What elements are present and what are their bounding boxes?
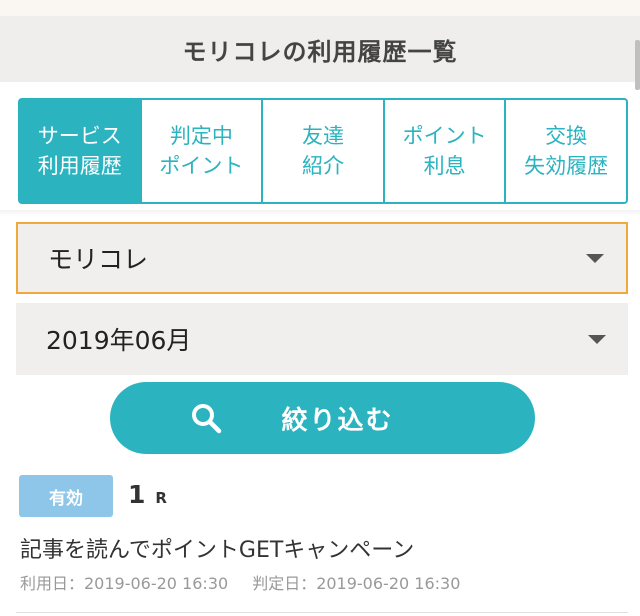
divider	[0, 210, 640, 216]
tab-label-line1: ポイント	[402, 124, 487, 148]
tab-label-line2: 紹介	[301, 154, 344, 178]
points-value: 1 R	[128, 480, 167, 509]
tab-label-line2: ポイント	[159, 154, 244, 178]
judge-date: 判定日：2019-06-20 16:30	[252, 574, 461, 593]
tab-point-interest[interactable]: ポイント 利息	[382, 98, 507, 204]
status-strip	[0, 0, 640, 16]
tab-label-line1: 判定中	[169, 124, 233, 148]
filter-button[interactable]: 絞り込む	[110, 382, 535, 454]
tab-label-line1: 友達	[301, 124, 344, 148]
header: モリコレの利用履歴一覧	[0, 16, 640, 82]
list-item: 有効 1 R 記事を読んでポイントGETキャンペーン 利用日：2019-06-2…	[0, 470, 640, 616]
tab-label-line2: 利用履歴	[37, 154, 122, 178]
points-unit: R	[155, 489, 167, 507]
points-amount: 1	[128, 480, 146, 509]
page-title: モリコレの利用履歴一覧	[182, 37, 458, 66]
tab-exchange-expired[interactable]: 交換 失効履歴	[504, 98, 628, 204]
history-dates: 利用日：2019-06-20 16:30 判定日：2019-06-20 16:3…	[20, 570, 460, 594]
tab-label-line2: 失効履歴	[524, 154, 609, 178]
chevron-down-icon	[588, 335, 606, 344]
tab-pending-points[interactable]: 判定中 ポイント	[139, 98, 264, 204]
service-select-value: モリコレ	[48, 245, 149, 274]
tab-service-history[interactable]: サービス 利用履歴	[18, 98, 142, 204]
service-select[interactable]: モリコレ	[16, 222, 628, 294]
tab-friend-referral[interactable]: 友達 紹介	[261, 98, 385, 204]
scrollbar[interactable]	[635, 40, 640, 90]
divider	[16, 612, 628, 613]
use-date: 利用日：2019-06-20 16:30	[20, 574, 229, 593]
history-title: 記事を読んでポイントGETキャンペーン	[20, 538, 415, 563]
search-icon	[192, 404, 222, 434]
month-select-value: 2019年06月	[46, 326, 192, 355]
tab-label-line1: サービス	[37, 124, 122, 148]
status-badge: 有効	[19, 475, 113, 517]
month-select[interactable]: 2019年06月	[16, 303, 628, 375]
tab-label-line2: 利息	[423, 154, 466, 178]
history-tabs: サービス 利用履歴 判定中 ポイント 友達 紹介 ポイント 利息 交換 失効履歴	[18, 98, 628, 204]
filter-button-label: 絞り込む	[281, 405, 394, 436]
chevron-down-icon	[586, 254, 604, 263]
tab-label-line1: 交換	[545, 124, 588, 148]
